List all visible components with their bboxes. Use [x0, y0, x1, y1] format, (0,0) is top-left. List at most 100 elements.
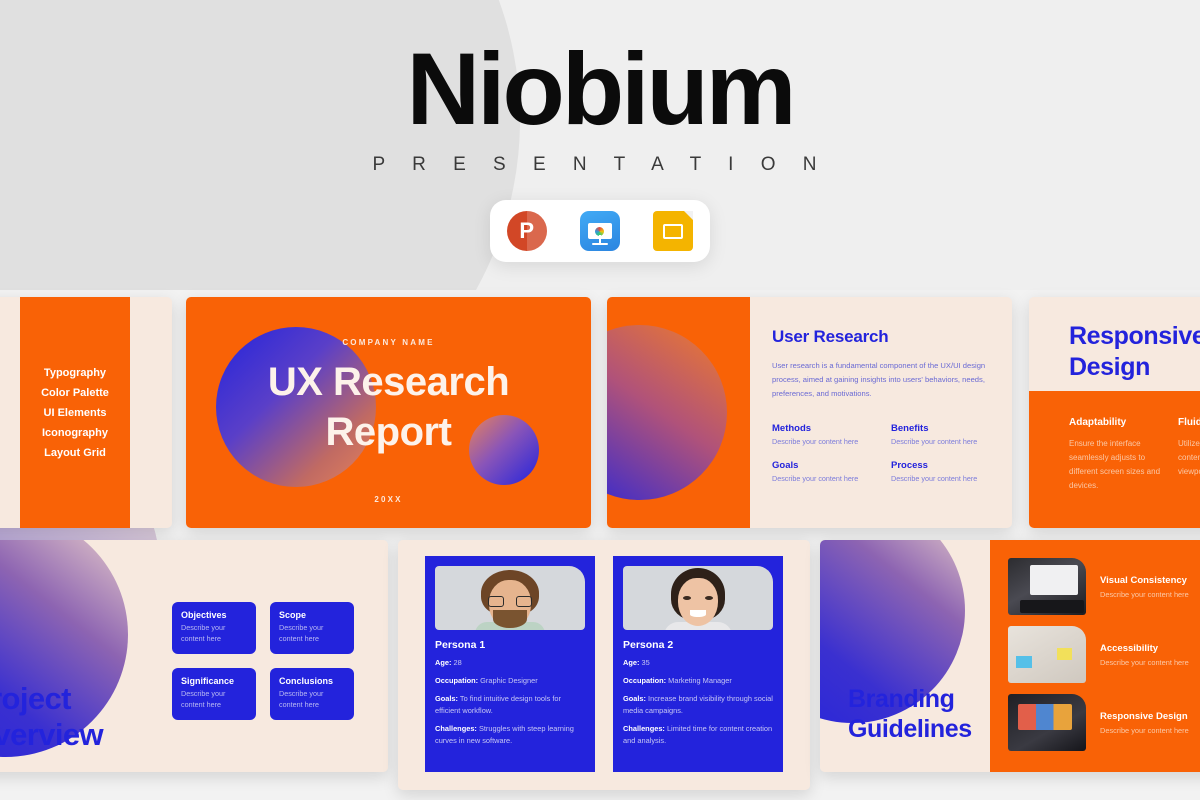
branding-title-line1: Branding	[848, 685, 955, 713]
hero-section: Niobium P R E S E N T A T I O N P	[0, 0, 1200, 262]
persona-goals: Goals: To find intuitive design tools fo…	[435, 693, 561, 715]
item-desc: Describe your content here	[279, 689, 324, 709]
item-desc: Describe your content here	[772, 474, 859, 484]
list-item: Adaptability Ensure the interface seamle…	[1069, 417, 1160, 528]
persona-photo	[623, 566, 773, 630]
slide-personas[interactable]: Persona 1 Age: 28 Occupation: Graphic De…	[398, 540, 810, 790]
cover-title-line1: UX Research	[267, 360, 510, 404]
persona-goals: Goals: Increase brand visibility through…	[623, 693, 773, 715]
list-item: Iconography	[41, 426, 108, 439]
item-desc: Describe your content here	[891, 474, 978, 484]
persona-age: Age: 28	[435, 658, 462, 667]
branding-title-line2: Guidelines	[848, 715, 972, 743]
user-research-content: User Research User research is a fundame…	[750, 297, 1012, 528]
cover-background: COMPANY NAME UX Research Report 20XX	[186, 297, 591, 528]
branding-title: Branding Guidelines	[848, 684, 972, 744]
item-title: Accessibility	[1100, 642, 1159, 654]
user-research-orange-panel	[607, 297, 750, 528]
persona-challenges: Challenges: Limited time for content cre…	[623, 723, 773, 745]
item-desc: Ensure the interface seamlessly adjusts …	[1069, 439, 1161, 490]
slide-user-research[interactable]: User Research User research is a fundame…	[607, 297, 1012, 528]
persona-card[interactable]: Persona 2 Age: 35 Occupation: Marketing …	[613, 556, 783, 772]
page-title: Niobium	[406, 32, 797, 146]
powerpoint-icon[interactable]: P	[506, 211, 547, 251]
persona-age: Age: 35	[623, 658, 650, 667]
branding-background: Branding Guidelines Visual Consistency D…	[820, 540, 1200, 772]
item-desc: Describe your content here	[181, 689, 226, 709]
list-item: Methods Describe your content here	[772, 423, 871, 446]
list-item: Layout Grid	[44, 446, 106, 459]
list-item: Goals Describe your content here	[772, 460, 871, 483]
item-title: Methods	[772, 423, 812, 435]
item-title: Process	[891, 460, 928, 472]
item-title: Scope	[279, 610, 307, 620]
cover-title-line2: Report	[325, 410, 452, 454]
cover-title: UX Research Report	[186, 357, 591, 457]
slide-table-of-contents[interactable]: Typography Color Palette UI Elements Ico…	[0, 297, 172, 528]
item-title: Goals	[772, 460, 799, 472]
responsive-columns: Adaptability Ensure the interface seamle…	[1029, 391, 1200, 528]
item-desc: Describe your content here	[1100, 657, 1189, 667]
item-desc: Describe your content here	[891, 437, 978, 447]
list-item[interactable]: Scope Describe your content here	[270, 602, 354, 654]
item-title: Objectives	[181, 610, 227, 620]
format-icon-bar: P	[490, 200, 710, 262]
project-title-line2: Overview	[0, 717, 104, 753]
responsive-title-line2: Design	[1069, 352, 1150, 381]
project-cards: Objectives Describe your content here Sc…	[172, 602, 354, 720]
user-research-items: Methods Describe your content here Benef…	[772, 423, 990, 483]
list-item[interactable]: Significance Describe your content here	[172, 668, 256, 720]
user-research-paragraph: User research is a fundamental component…	[772, 361, 986, 399]
keynote-icon[interactable]	[579, 211, 620, 251]
responsive-header: Responsive Design	[1029, 297, 1200, 391]
user-research-gradient-circle	[607, 325, 727, 500]
item-title: Conclusions	[279, 676, 334, 686]
user-research-heading: User Research	[772, 327, 889, 346]
item-desc: Describe your content here	[772, 437, 859, 447]
list-item: UI Elements	[43, 406, 107, 419]
list-item: Accessibility Describe your content here	[1008, 626, 1200, 683]
thumbnail-image	[1008, 626, 1086, 683]
thumbnail-image	[1008, 694, 1086, 751]
slide-project-overview[interactable]: Project Overview Objectives Describe you…	[0, 540, 388, 772]
list-item: Benefits Describe your content here	[891, 423, 990, 446]
slide-responsive-design[interactable]: Responsive Design Adaptability Ensure th…	[1029, 297, 1200, 528]
item-desc: Describe your content here	[181, 623, 226, 643]
personas-container: Persona 1 Age: 28 Occupation: Graphic De…	[398, 540, 810, 790]
item-title: Fluidity	[1178, 417, 1200, 428]
item-title: Benefits	[891, 423, 929, 435]
list-item: Typography	[43, 366, 107, 379]
item-desc: Utilize media queries content usability …	[1178, 439, 1200, 476]
page-subtitle: P R E S E N T A T I O N	[372, 154, 828, 175]
persona-occupation: Occupation: Marketing Manager	[623, 675, 732, 685]
project-overview-background: Project Overview Objectives Describe you…	[0, 540, 388, 772]
project-title: Project Overview	[0, 681, 104, 754]
item-title: Visual Consistency	[1100, 574, 1187, 586]
item-desc: Describe your content here	[1100, 725, 1189, 735]
list-item: Color Palette	[41, 386, 109, 399]
slide-branding-guidelines[interactable]: Branding Guidelines Visual Consistency D…	[820, 540, 1200, 772]
persona-card[interactable]: Persona 1 Age: 28 Occupation: Graphic De…	[425, 556, 595, 772]
persona-photo	[435, 566, 585, 630]
thumbnail-image	[1008, 558, 1086, 615]
cover-year: 20XX	[374, 495, 403, 504]
item-title: Adaptability	[1069, 417, 1127, 428]
responsive-title-line1: Responsive	[1069, 322, 1200, 350]
google-slides-icon[interactable]	[653, 211, 694, 251]
branding-rows: Visual Consistency Describe your content…	[990, 540, 1200, 772]
item-desc: Describe your content here	[1100, 589, 1189, 599]
responsive-title: Responsive Design	[1069, 321, 1200, 382]
list-item: Responsive Design Describe your content …	[1008, 694, 1200, 751]
item-title: Significance	[181, 676, 235, 686]
item-title: Responsive Design	[1100, 710, 1188, 722]
item-desc: Describe your content here	[279, 623, 324, 643]
persona-challenges: Challenges: Struggles with steep learnin…	[435, 723, 574, 745]
list-item: Fluidity Utilize media queries content u…	[1178, 417, 1200, 528]
list-item: Visual Consistency Describe your content…	[1008, 558, 1200, 615]
slide-cover[interactable]: COMPANY NAME UX Research Report 20XX	[186, 297, 591, 528]
toc-list: Typography Color Palette UI Elements Ico…	[20, 297, 130, 528]
list-item: Process Describe your content here	[891, 460, 990, 483]
persona-occupation: Occupation: Graphic Designer	[435, 675, 538, 685]
list-item[interactable]: Objectives Describe your content here	[172, 602, 256, 654]
list-item[interactable]: Conclusions Describe your content here	[270, 668, 354, 720]
